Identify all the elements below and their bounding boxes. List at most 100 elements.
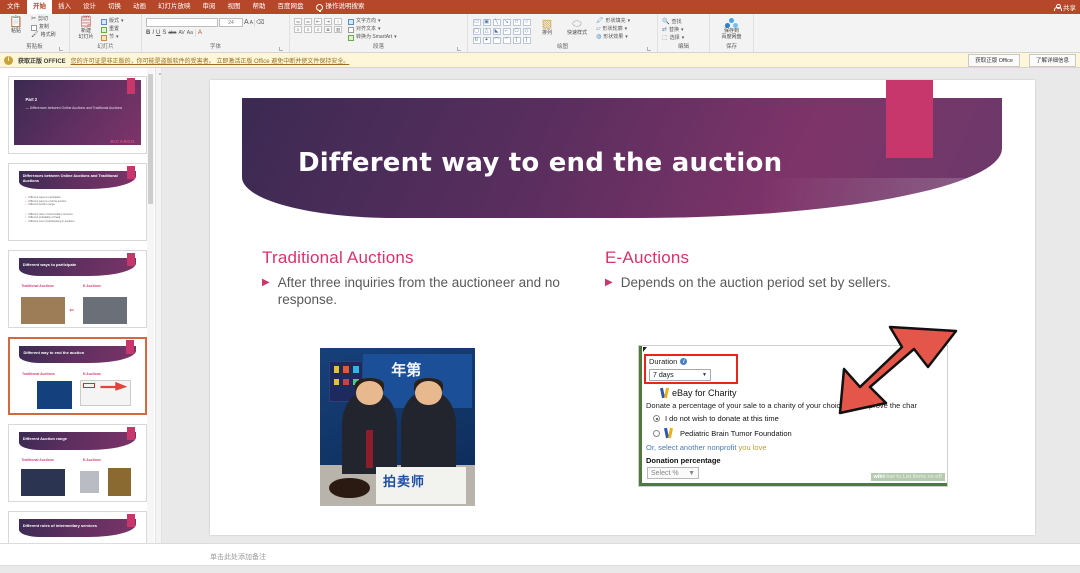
justify-button[interactable]: ≣: [324, 26, 332, 33]
align-center-button[interactable]: ≡: [304, 26, 312, 33]
thumbnail-slot-5[interactable]: Different Auction range Traditional Auct…: [8, 424, 147, 502]
ribbon-tab-home[interactable]: 开始: [27, 0, 52, 14]
right-column[interactable]: E-Auctions ▶ Depends on the auction peri…: [605, 248, 965, 291]
quick-styles-button[interactable]: ⬭ 快速样式: [563, 18, 591, 37]
thumbnail-slot-2[interactable]: Differences between Online Auctions and …: [8, 163, 147, 241]
section-button[interactable]: 节 ▾: [101, 34, 124, 41]
columns-button[interactable]: ▥: [334, 26, 342, 33]
shape-right-triangle-icon[interactable]: ◣: [492, 27, 501, 35]
reset-button[interactable]: 重置: [101, 26, 124, 33]
underline-button[interactable]: U: [156, 30, 160, 36]
slide-thumbnail[interactable]: Different Auction range Traditional Auct…: [8, 424, 147, 502]
italic-button[interactable]: I: [152, 30, 154, 36]
thumbnail-slot-3[interactable]: Different ways to participate Traditiona…: [8, 250, 147, 328]
replace-button[interactable]: ⇄ 替换 ▾: [662, 27, 684, 34]
text-direction-button[interactable]: 文字方向 ▾: [348, 18, 397, 25]
clear-formatting-button[interactable]: ⌫: [256, 19, 264, 26]
shape-rounded-icon[interactable]: ▢: [472, 27, 481, 35]
duration-select[interactable]: 7 days ▼: [649, 369, 711, 381]
radio-unselected-icon[interactable]: [653, 429, 660, 437]
ribbon-tab-animations[interactable]: 动画: [127, 0, 152, 14]
shape-brace-left-icon[interactable]: {: [512, 36, 521, 44]
save-to-baidu-netdisk-button[interactable]: 保存到 百度网盘: [717, 18, 747, 40]
donation-percentage-select[interactable]: Select % ▼: [647, 467, 699, 479]
clipboard-dialog-launcher[interactable]: [59, 47, 63, 51]
thumbnail-slot-4[interactable]: Different way to end the auction Traditi…: [8, 337, 147, 415]
shape-curve-icon[interactable]: ⌒: [492, 36, 501, 44]
ribbon-tab-transitions[interactable]: 切换: [102, 0, 127, 14]
get-genuine-office-button[interactable]: 获取正版 Office: [968, 53, 1020, 67]
ribbon-tab-help[interactable]: 帮助: [247, 0, 272, 14]
thumbnail-slot-1[interactable]: Part 2 — Differences between Online Auct…: [8, 76, 147, 154]
shape-brace-right-icon[interactable]: }: [522, 36, 531, 44]
align-text-button[interactable]: 对齐文本 ▾: [348, 26, 397, 33]
notes-placeholder[interactable]: 单击此处添加备注: [210, 552, 266, 562]
bold-button[interactable]: B: [146, 30, 150, 36]
shrink-font-button[interactable]: A: [250, 20, 253, 26]
notice-link[interactable]: 您的许可证是非正版的，你可能是盗版软件的受害者。 立即激活正版 Office 避…: [71, 56, 350, 65]
copy-button[interactable]: 复制: [31, 24, 56, 31]
shape-corner-icon[interactable]: ⌐: [502, 27, 511, 35]
radio-selected-icon[interactable]: [653, 415, 660, 422]
thumbnail-scroll-thumb[interactable]: [148, 74, 153, 204]
shape-arrow-icon[interactable]: ↘: [502, 18, 511, 26]
select-button[interactable]: ⬚ 选择 ▾: [662, 35, 684, 42]
shape-outline-button[interactable]: ▱ 形状轮廓 ▾: [596, 26, 630, 33]
arrange-button[interactable]: ▧ 排列: [536, 18, 558, 37]
slide-thumbnail[interactable]: Differences between Online Auctions and …: [8, 163, 147, 241]
share-button[interactable]: 共享: [1054, 0, 1076, 14]
font-size-box[interactable]: 24: [219, 18, 243, 27]
ribbon-tab-review[interactable]: 审阅: [197, 0, 222, 14]
slide-thumbnail[interactable]: Different ways to participate Traditiona…: [8, 250, 147, 328]
shape-star-icon[interactable]: ✦: [482, 36, 491, 44]
layout-button[interactable]: 版式 ▾: [101, 18, 124, 25]
slide-thumbnail-pane[interactable]: Part 2 — Differences between Online Auct…: [0, 68, 155, 543]
thumbnail-scrollbar[interactable]: [147, 68, 154, 543]
paragraph-dialog-launcher[interactable]: [457, 47, 461, 51]
tell-me-search[interactable]: 操作说明搜索: [310, 0, 371, 14]
find-button[interactable]: 🔍 查找: [662, 19, 684, 26]
shape-diamond-icon[interactable]: ◇: [522, 27, 531, 35]
format-painter-button[interactable]: 🖌 格式刷: [31, 32, 56, 39]
font-dialog-launcher[interactable]: [279, 47, 283, 51]
align-right-button[interactable]: ≡: [314, 26, 322, 33]
slide-title-text[interactable]: Different way to end the auction: [298, 148, 782, 178]
shadow-button[interactable]: S: [162, 30, 166, 36]
shape-effects-button[interactable]: ◍ 形状效果 ▾: [596, 34, 630, 41]
shape-pentagon-icon[interactable]: ⬠: [512, 27, 521, 35]
character-spacing-button[interactable]: AV: [178, 30, 184, 36]
ribbon-tab-design[interactable]: 设计: [77, 0, 102, 14]
ribbon-tab-slideshow[interactable]: 幻灯片放映: [152, 0, 197, 14]
slide-canvas-area[interactable]: Different way to end the auction Traditi…: [162, 68, 1080, 543]
shape-line-icon[interactable]: ╲: [492, 18, 501, 26]
slide-thumbnail[interactable]: Different roles of intermediary services…: [8, 511, 147, 543]
shape-oval-icon[interactable]: ○: [522, 18, 531, 26]
drawing-dialog-launcher[interactable]: [647, 47, 651, 51]
thumbnail-slot-6[interactable]: Different roles of intermediary services…: [8, 511, 147, 543]
slide-thumbnail[interactable]: Part 2 — Differences between Online Auct…: [8, 76, 147, 154]
cut-button[interactable]: ✂ 剪切: [31, 16, 56, 23]
info-tooltip-icon[interactable]: i: [680, 358, 688, 365]
learn-more-button[interactable]: 了解详细信息: [1028, 53, 1076, 67]
font-name-box[interactable]: [146, 18, 218, 27]
font-color-button[interactable]: A: [198, 30, 202, 36]
shape-triangle-icon[interactable]: △: [482, 27, 491, 35]
shape-rect-icon[interactable]: ▭: [472, 18, 481, 26]
shape-fill-button[interactable]: 🖍 形状填充 ▾: [596, 18, 630, 25]
grow-font-button[interactable]: A: [244, 19, 249, 26]
ebay-form-screenshot[interactable]: Duration i 7 days ▼ eBay for Charity Don…: [638, 345, 948, 487]
pane-splitter[interactable]: ◂: [155, 68, 162, 543]
line-spacing-button[interactable]: ↕: [334, 18, 342, 25]
numbering-button[interactable]: ≕: [304, 18, 312, 25]
ribbon-tab-insert[interactable]: 插入: [52, 0, 77, 14]
shapes-gallery[interactable]: ▭ ▣ ╲ ↘ □ ○ ▢ △ ◣ ⌐ ⬠ ◇ ⌷ ✦ ⌒ ⌃ {}: [472, 18, 531, 44]
current-slide[interactable]: Different way to end the auction Traditi…: [210, 80, 1035, 535]
other-nonprofit-link[interactable]: Or, select another nonprofit you love: [646, 443, 767, 452]
convert-to-smartart-button[interactable]: 转换为 SmartArt ▾: [348, 34, 397, 41]
shape-cylinder-icon[interactable]: ⌷: [472, 36, 481, 44]
foundation-option[interactable]: Pediatric Brain Tumor Foundation: [653, 428, 792, 438]
align-left-button[interactable]: ≡: [294, 26, 302, 33]
left-column[interactable]: Traditional Auctions ▶ After three inqui…: [262, 248, 592, 308]
slide-thumbnail-selected[interactable]: Different way to end the auction Traditi…: [8, 337, 147, 415]
paste-button[interactable]: 📋 粘贴: [4, 16, 28, 35]
